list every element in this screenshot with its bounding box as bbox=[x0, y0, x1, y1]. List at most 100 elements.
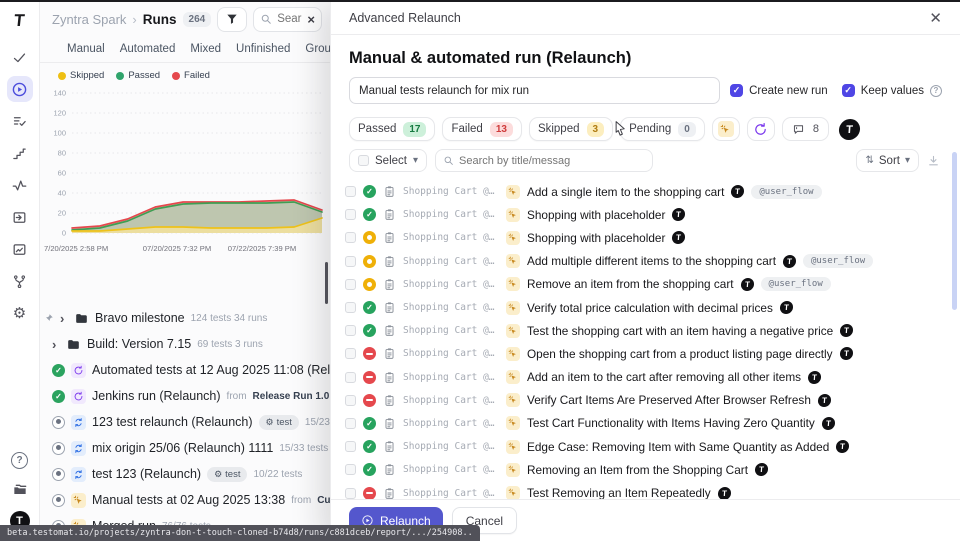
run-name[interactable]: Automated tests at 12 Aug 2025 11:08 (Re… bbox=[92, 363, 330, 377]
test-checkbox[interactable] bbox=[345, 488, 356, 499]
run-name-input[interactable] bbox=[349, 77, 720, 104]
run-name[interactable]: Manual tests at 02 Aug 2025 13:38 bbox=[92, 493, 285, 507]
run-name[interactable]: Bravo milestone bbox=[95, 311, 185, 325]
run-tree-row[interactable]: Automated tests at 12 Aug 2025 11:08 (Re… bbox=[40, 357, 330, 383]
rail-item-plans[interactable] bbox=[7, 108, 33, 134]
test-checkbox[interactable] bbox=[345, 464, 356, 475]
test-title[interactable]: Verify Cart Items Are Preserved After Br… bbox=[527, 393, 811, 407]
run-source[interactable]: Release Run 1.0 bbox=[253, 391, 330, 402]
status-filter-button[interactable]: Failed 13 bbox=[442, 117, 521, 141]
test-suite[interactable]: Shopping Cart @… bbox=[403, 186, 499, 197]
clear-search-icon[interactable]: × bbox=[307, 12, 315, 27]
test-checkbox[interactable] bbox=[345, 348, 356, 359]
rail-item-tests[interactable] bbox=[7, 44, 33, 70]
test-title[interactable]: Test Removing an Item Repeatedly bbox=[527, 486, 711, 500]
tab-unfinished[interactable]: Unfinished bbox=[236, 43, 290, 55]
test-tag[interactable]: @user_flow bbox=[761, 277, 831, 291]
test-suite[interactable]: Shopping Cart @… bbox=[403, 372, 499, 383]
rail-item-analytics[interactable] bbox=[7, 172, 33, 198]
chevron-right-icon[interactable]: › bbox=[52, 337, 60, 352]
test-suite[interactable]: Shopping Cart @… bbox=[403, 348, 499, 359]
test-row[interactable]: Shopping Cart @… Removing an Item from t… bbox=[345, 458, 948, 481]
run-source[interactable]: Custom Selection bbox=[317, 495, 330, 506]
test-title[interactable]: Add an item to the cart after removing a… bbox=[527, 370, 801, 384]
test-title[interactable]: Add multiple different items to the shop… bbox=[527, 254, 776, 268]
test-suite[interactable]: Shopping Cart @… bbox=[403, 441, 499, 452]
rail-item-runs[interactable] bbox=[7, 76, 33, 102]
test-title[interactable]: Test Cart Functionality with Items Havin… bbox=[527, 416, 815, 430]
test-title[interactable]: Removing an Item from the Shopping Cart bbox=[527, 463, 748, 477]
test-suite[interactable]: Shopping Cart @… bbox=[403, 464, 499, 475]
run-tree-row[interactable]: mix origin 25/06 (Relaunch) 1111 15/33 t… bbox=[40, 435, 330, 461]
run-name[interactable]: test 123 (Relaunch) bbox=[92, 467, 201, 481]
test-checkbox[interactable] bbox=[345, 186, 356, 197]
checkbox[interactable] bbox=[730, 84, 743, 97]
rail-item-projects[interactable] bbox=[7, 476, 33, 502]
assignee-avatar[interactable]: T bbox=[838, 119, 860, 140]
test-suite[interactable]: Shopping Cart @… bbox=[403, 256, 499, 267]
rail-item-milestones[interactable] bbox=[7, 140, 33, 166]
test-checkbox[interactable] bbox=[345, 395, 356, 406]
run-tree-row[interactable]: › Bravo milestone 124 tests 34 runs bbox=[40, 305, 330, 331]
test-title[interactable]: Add a single item to the shopping cart bbox=[527, 185, 724, 199]
test-suite[interactable]: Shopping Cart @… bbox=[403, 232, 499, 243]
app-logo[interactable]: T bbox=[13, 11, 25, 31]
tests-search[interactable] bbox=[435, 149, 653, 172]
test-checkbox[interactable] bbox=[345, 232, 356, 243]
tests-list-scrollbar[interactable] bbox=[952, 152, 957, 310]
sort-dropdown[interactable]: ⇅ Sort ▾ bbox=[856, 149, 919, 172]
test-row[interactable]: Shopping Cart @… Test Cart Functionality… bbox=[345, 412, 948, 435]
test-suite[interactable]: Shopping Cart @… bbox=[403, 395, 499, 406]
status-filter-button[interactable]: Passed 17 bbox=[349, 117, 435, 141]
run-name[interactable]: mix origin 25/06 (Relaunch) 1111 bbox=[92, 441, 273, 455]
run-name[interactable]: Jenkins run (Relaunch) bbox=[92, 389, 221, 403]
run-tree-row[interactable]: 123 test relaunch (Relaunch) ⚙test 15/23… bbox=[40, 409, 330, 435]
test-row[interactable]: Shopping Cart @… Add an item to the cart… bbox=[345, 366, 948, 389]
test-row[interactable]: Shopping Cart @… Add multiple different … bbox=[345, 250, 948, 273]
test-checkbox[interactable] bbox=[345, 279, 356, 290]
runs-search[interactable]: × bbox=[253, 7, 322, 32]
test-checkbox[interactable] bbox=[345, 256, 356, 267]
option-checkbox-row[interactable]: Create new run bbox=[730, 84, 828, 97]
test-checkbox[interactable] bbox=[345, 418, 356, 429]
test-checkbox[interactable] bbox=[345, 441, 356, 452]
test-checkbox[interactable] bbox=[345, 302, 356, 313]
help-icon[interactable]: ? bbox=[930, 85, 942, 97]
breadcrumb-project[interactable]: Zyntra Spark bbox=[52, 12, 126, 27]
test-checkbox[interactable] bbox=[345, 325, 356, 336]
run-name[interactable]: 123 test relaunch (Relaunch) bbox=[92, 415, 253, 429]
rail-item-settings[interactable]: ⚙ bbox=[7, 300, 33, 326]
test-tag[interactable]: @user_flow bbox=[803, 254, 873, 268]
help-button[interactable]: ? bbox=[11, 452, 28, 469]
test-row[interactable]: Shopping Cart @… Shopping with placehold… bbox=[345, 226, 948, 249]
test-suite[interactable]: Shopping Cart @… bbox=[403, 279, 499, 290]
test-row[interactable]: Shopping Cart @… Verify total price calc… bbox=[345, 296, 948, 319]
test-suite[interactable]: Shopping Cart @… bbox=[403, 488, 499, 499]
tab-manual[interactable]: Manual bbox=[67, 43, 105, 55]
test-row[interactable]: Shopping Cart @… Add a single item to th… bbox=[345, 180, 948, 203]
runs-search-input[interactable] bbox=[277, 13, 302, 25]
test-title[interactable]: Open the shopping cart from a product li… bbox=[527, 347, 833, 361]
run-name[interactable]: Build: Version 7.15 bbox=[87, 337, 191, 351]
tab-mixed[interactable]: Mixed bbox=[190, 43, 221, 55]
tests-search-input[interactable] bbox=[459, 155, 645, 167]
test-row[interactable]: Shopping Cart @… Edge Case: Removing Ite… bbox=[345, 435, 948, 458]
filter-button[interactable] bbox=[217, 7, 247, 32]
comments-filter-button[interactable]: 8 bbox=[782, 117, 829, 141]
test-tag[interactable]: @user_flow bbox=[751, 185, 821, 199]
test-suite[interactable]: Shopping Cart @… bbox=[403, 302, 499, 313]
test-suite[interactable]: Shopping Cart @… bbox=[403, 325, 499, 336]
test-title[interactable]: Edge Case: Removing Item with Same Quant… bbox=[527, 440, 829, 454]
run-tree-row[interactable]: test 123 (Relaunch) ⚙test 10/22 tests bbox=[40, 461, 330, 487]
run-tree-row[interactable]: Manual tests at 02 Aug 2025 13:38 from C… bbox=[40, 487, 330, 513]
rail-item-branches[interactable] bbox=[7, 268, 33, 294]
close-icon[interactable]: ✕ bbox=[929, 11, 942, 26]
test-checkbox[interactable] bbox=[345, 209, 356, 220]
automated-tests-filter-button[interactable] bbox=[747, 117, 775, 141]
run-tree-row[interactable]: › Build: Version 7.15 69 tests 3 runs bbox=[40, 331, 330, 357]
runs-panel-scrollbar[interactable] bbox=[325, 262, 328, 304]
test-title[interactable]: Shopping with placeholder bbox=[527, 231, 665, 245]
test-suite[interactable]: Shopping Cart @… bbox=[403, 209, 499, 220]
rail-item-import[interactable] bbox=[7, 204, 33, 230]
option-checkbox-row[interactable]: Keep values ? bbox=[842, 84, 942, 97]
